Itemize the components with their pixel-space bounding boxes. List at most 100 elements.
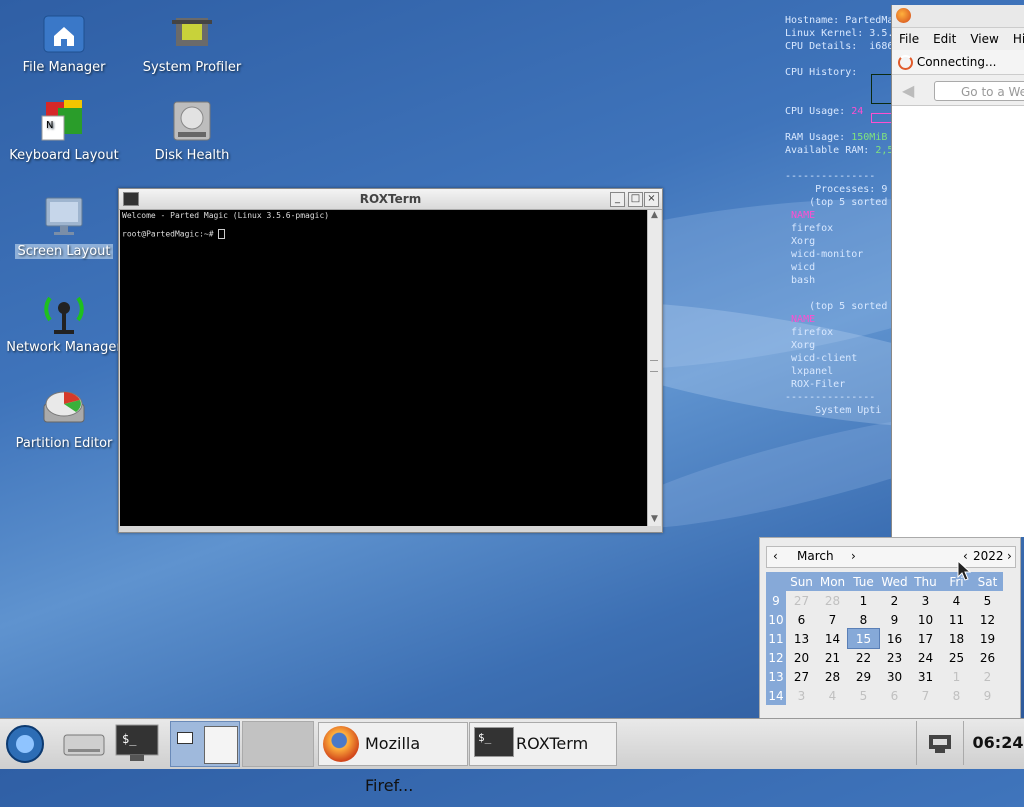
vertical-scrollbar[interactable]: ▲ ▼ <box>647 210 661 526</box>
workspace-1[interactable] <box>204 726 238 764</box>
network-tray-icon[interactable] <box>916 721 964 765</box>
calendar-day[interactable]: 5 <box>972 591 1003 610</box>
desktop-icon-screen-layout[interactable]: Screen Layout <box>4 194 124 259</box>
calendar-day[interactable]: 3 <box>786 686 817 705</box>
calendar-day[interactable]: 31 <box>910 667 941 686</box>
desktop-icon-disk-health[interactable]: Disk Health <box>132 98 252 163</box>
calendar-day[interactable]: 28 <box>817 667 848 686</box>
conky-proc: firefox <box>791 223 834 234</box>
menu-file[interactable]: File <box>899 32 919 46</box>
desktop-icon-network-manager[interactable]: Network Manager <box>4 290 124 355</box>
url-bar[interactable]: Go to a We <box>934 81 1024 101</box>
calendar-day-today[interactable]: 15 <box>847 628 880 649</box>
calendar-day[interactable]: 4 <box>817 686 848 705</box>
calendar-day[interactable]: 7 <box>817 610 848 629</box>
start-menu-icon[interactable] <box>2 721 48 765</box>
calendar-day[interactable]: 1 <box>941 667 972 686</box>
calendar-day[interactable]: 27 <box>786 591 817 610</box>
desktop-icon-file-manager[interactable]: File Manager <box>4 10 124 75</box>
weekday-label: Thu <box>910 572 941 591</box>
calendar-day[interactable]: 6 <box>879 686 910 705</box>
calendar-popup[interactable]: ‹ March › ‹ 2022 › Sun Mon Tue Wed Thu F… <box>759 537 1021 719</box>
terminal-screen[interactable]: Welcome - Parted Magic (Linux 3.5.6-pmag… <box>120 210 647 526</box>
terminal-launcher-icon[interactable]: $_ <box>112 721 162 765</box>
calendar-day[interactable]: 10 <box>910 610 941 629</box>
clock[interactable]: 06:24 <box>972 721 1024 765</box>
calendar-day[interactable]: 27 <box>786 667 817 686</box>
calendar-day[interactable]: 30 <box>879 667 910 686</box>
week-number: 14 <box>766 686 786 705</box>
calendar-day[interactable]: 8 <box>941 686 972 705</box>
calendar-day[interactable]: 21 <box>817 648 848 667</box>
calendar-day[interactable]: 3 <box>910 591 941 610</box>
scroll-up-arrow[interactable]: ▲ <box>648 210 661 222</box>
menu-edit[interactable]: Edit <box>933 32 956 46</box>
calendar-day[interactable]: 22 <box>848 648 879 667</box>
calendar-day[interactable]: 13 <box>786 629 817 648</box>
calendar-week-row: 11 13 14 15 16 17 18 19 <box>766 628 1003 649</box>
calendar-day[interactable]: 9 <box>972 686 1003 705</box>
scroll-thumb[interactable] <box>650 360 658 372</box>
firefox-icon <box>323 726 359 762</box>
firefox-window[interactable]: File Edit View His Connecting... ◀ Go to a … <box>891 5 1024 537</box>
menu-history[interactable]: His <box>1013 32 1024 46</box>
taskbar-firefox-button[interactable]: Mozilla Firef... <box>318 722 468 795</box>
calendar-day[interactable]: 25 <box>941 648 972 667</box>
calendar-day[interactable]: 4 <box>941 591 972 610</box>
window-title: ROXTerm <box>359 192 422 206</box>
calendar-day[interactable]: 18 <box>941 629 972 648</box>
file-manager-launcher-icon[interactable] <box>60 721 108 765</box>
calendar-day[interactable]: 2 <box>972 667 1003 686</box>
scroll-down-arrow[interactable]: ▼ <box>648 514 661 526</box>
taskbar: $_ Mozilla Firef... $_ ROXTerm 06:24 <box>0 718 1024 795</box>
calendar-day[interactable]: 11 <box>941 610 972 629</box>
title-bar[interactable]: ROXTerm _ □ × <box>119 189 662 210</box>
calendar-day[interactable]: 26 <box>972 648 1003 667</box>
calendar-month: March <box>797 549 834 563</box>
calendar-day[interactable]: 19 <box>972 629 1003 648</box>
calendar-day[interactable]: 9 <box>879 610 910 629</box>
antenna-icon <box>40 290 88 336</box>
firefox-title-bar[interactable] <box>892 5 1024 28</box>
next-year-arrow[interactable]: › <box>1007 549 1012 563</box>
desktop-icon-keyboard-layout[interactable]: N Keyboard Layout <box>4 98 124 163</box>
calendar-day[interactable]: 14 <box>817 629 848 648</box>
calendar-day[interactable]: 8 <box>848 610 879 629</box>
calendar-day[interactable]: 6 <box>786 610 817 629</box>
calendar-day[interactable]: 1 <box>848 591 879 610</box>
calendar-day[interactable]: 16 <box>879 629 910 648</box>
menu-view[interactable]: View <box>970 32 998 46</box>
svg-text:N: N <box>46 120 53 131</box>
back-arrow-icon[interactable]: ◀ <box>902 81 914 100</box>
conky-separator: --------------- <box>785 392 876 403</box>
roxterm-window[interactable]: ROXTerm _ □ × Welcome - Parted Magic (Li… <box>118 188 663 533</box>
conky-hostname: Hostname: PartedMa <box>785 15 893 26</box>
close-button[interactable]: × <box>644 192 659 207</box>
conky-ram-usage-label: RAM Usage: <box>785 132 846 143</box>
browser-tab[interactable]: Connecting... <box>892 50 1024 75</box>
calendar-day[interactable]: 20 <box>786 648 817 667</box>
monitor-icon <box>40 194 88 240</box>
calendar-day[interactable]: 23 <box>879 648 910 667</box>
calendar-day[interactable]: 12 <box>972 610 1003 629</box>
taskbar-firefox-label: Mozilla Firef... <box>365 734 421 795</box>
desktop-icon-system-profiler[interactable]: System Profiler <box>132 10 252 75</box>
maximize-button[interactable]: □ <box>628 192 643 207</box>
conky-cpu-history: CPU History: <box>785 67 858 78</box>
calendar-day[interactable]: 2 <box>879 591 910 610</box>
workspace-2[interactable] <box>242 721 314 767</box>
desktop-icon-partition-editor[interactable]: Partition Editor <box>4 386 124 451</box>
workspace-pager[interactable] <box>170 721 240 767</box>
conky-ram-usage-value: 150MiB <box>851 132 888 143</box>
calendar-day[interactable]: 24 <box>910 648 941 667</box>
calendar-day[interactable]: 28 <box>817 591 848 610</box>
minimize-button[interactable]: _ <box>610 192 625 207</box>
calendar-day[interactable]: 17 <box>910 629 941 648</box>
calendar-day[interactable]: 5 <box>848 686 879 705</box>
prev-month-arrow[interactable]: ‹ <box>773 549 778 563</box>
calendar-day[interactable]: 29 <box>848 667 879 686</box>
calendar-day[interactable]: 7 <box>910 686 941 705</box>
next-month-arrow[interactable]: › <box>851 549 856 563</box>
taskbar-roxterm-button[interactable]: $_ ROXTerm <box>469 722 617 766</box>
conky-proc: Xorg <box>791 340 816 351</box>
